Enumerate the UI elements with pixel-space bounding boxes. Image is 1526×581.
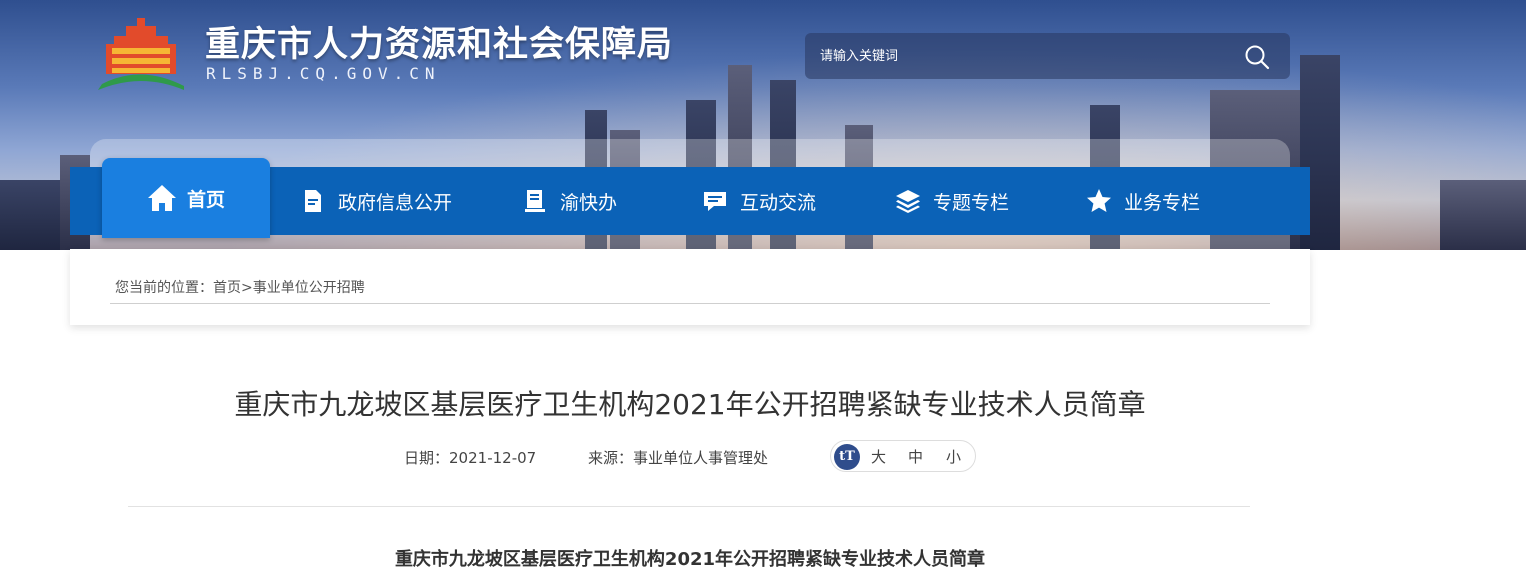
font-size-switcher: tT 大 中 小: [830, 440, 976, 472]
page-title: 重庆市九龙坡区基层医疗卫生机构2021年公开招聘紧缺专业技术人员简章: [234, 388, 1146, 421]
breadcrumb: 您当前的位置：首页>事业单位公开招聘: [115, 277, 365, 297]
skyline-building: [1440, 180, 1526, 250]
nav-item-business[interactable]: 业务专栏: [1086, 167, 1200, 235]
content-divider: [128, 506, 1250, 507]
font-size-medium[interactable]: 中: [908, 446, 923, 467]
book-icon: [525, 190, 545, 212]
chat-icon: [704, 192, 726, 211]
nav-label-topics: 专题专栏: [933, 191, 1010, 214]
breadcrumb-panel: 您当前的位置：首页>事业单位公开招聘: [70, 249, 1310, 325]
source-value: 事业单位人事管理处: [633, 449, 769, 467]
font-size-large[interactable]: 大: [871, 446, 886, 467]
nav-item-home[interactable]: 首页: [102, 158, 270, 238]
nav-item-yukuaiban[interactable]: 渝快办: [522, 167, 617, 235]
site-title: 重庆市人力资源和社会保障局: [205, 25, 674, 65]
article-date: 日期：2021-12-07: [404, 447, 536, 468]
date-label: 日期：: [404, 449, 450, 467]
search-icon[interactable]: [1244, 44, 1270, 70]
breadcrumb-separator: >: [241, 280, 253, 296]
breadcrumb-home-link[interactable]: 首页: [213, 280, 241, 296]
search-box: [805, 33, 1290, 79]
font-size-small[interactable]: 小: [946, 446, 961, 467]
font-size-icon: tT: [834, 444, 860, 470]
article-body-title: 重庆市九龙坡区基层医疗卫生机构2021年公开招聘紧缺专业技术人员简章: [394, 549, 986, 570]
site-domain: RLSBJ.CQ.GOV.CN: [206, 64, 441, 83]
breadcrumb-current-link[interactable]: 事业单位公开招聘: [253, 280, 365, 296]
home-icon: [147, 185, 176, 211]
nav-label-business: 业务专栏: [1124, 191, 1201, 214]
date-value: 2021-12-07: [449, 449, 537, 467]
nav-item-topics[interactable]: 专题专栏: [895, 167, 1009, 235]
layers-icon: [896, 190, 920, 213]
government-building-logo: [98, 18, 184, 90]
star-icon: [1087, 189, 1111, 212]
source-label: 来源：: [588, 449, 634, 467]
search-input[interactable]: [805, 33, 1235, 79]
breadcrumb-divider: [110, 303, 1270, 304]
document-icon: [305, 190, 321, 212]
nav-label-yukuaiban: 渝快办: [560, 191, 618, 214]
nav-item-interaction[interactable]: 互动交流: [702, 167, 816, 235]
breadcrumb-prefix: 您当前的位置：: [115, 280, 213, 296]
article-source: 来源：事业单位人事管理处: [588, 447, 768, 468]
nav-label-gov-info: 政府信息公开: [338, 191, 453, 214]
nav-label-home: 首页: [186, 188, 225, 211]
skyline-building: [0, 180, 60, 250]
nav-label-interaction: 互动交流: [740, 191, 817, 214]
nav-item-gov-info[interactable]: 政府信息公开: [300, 167, 452, 235]
